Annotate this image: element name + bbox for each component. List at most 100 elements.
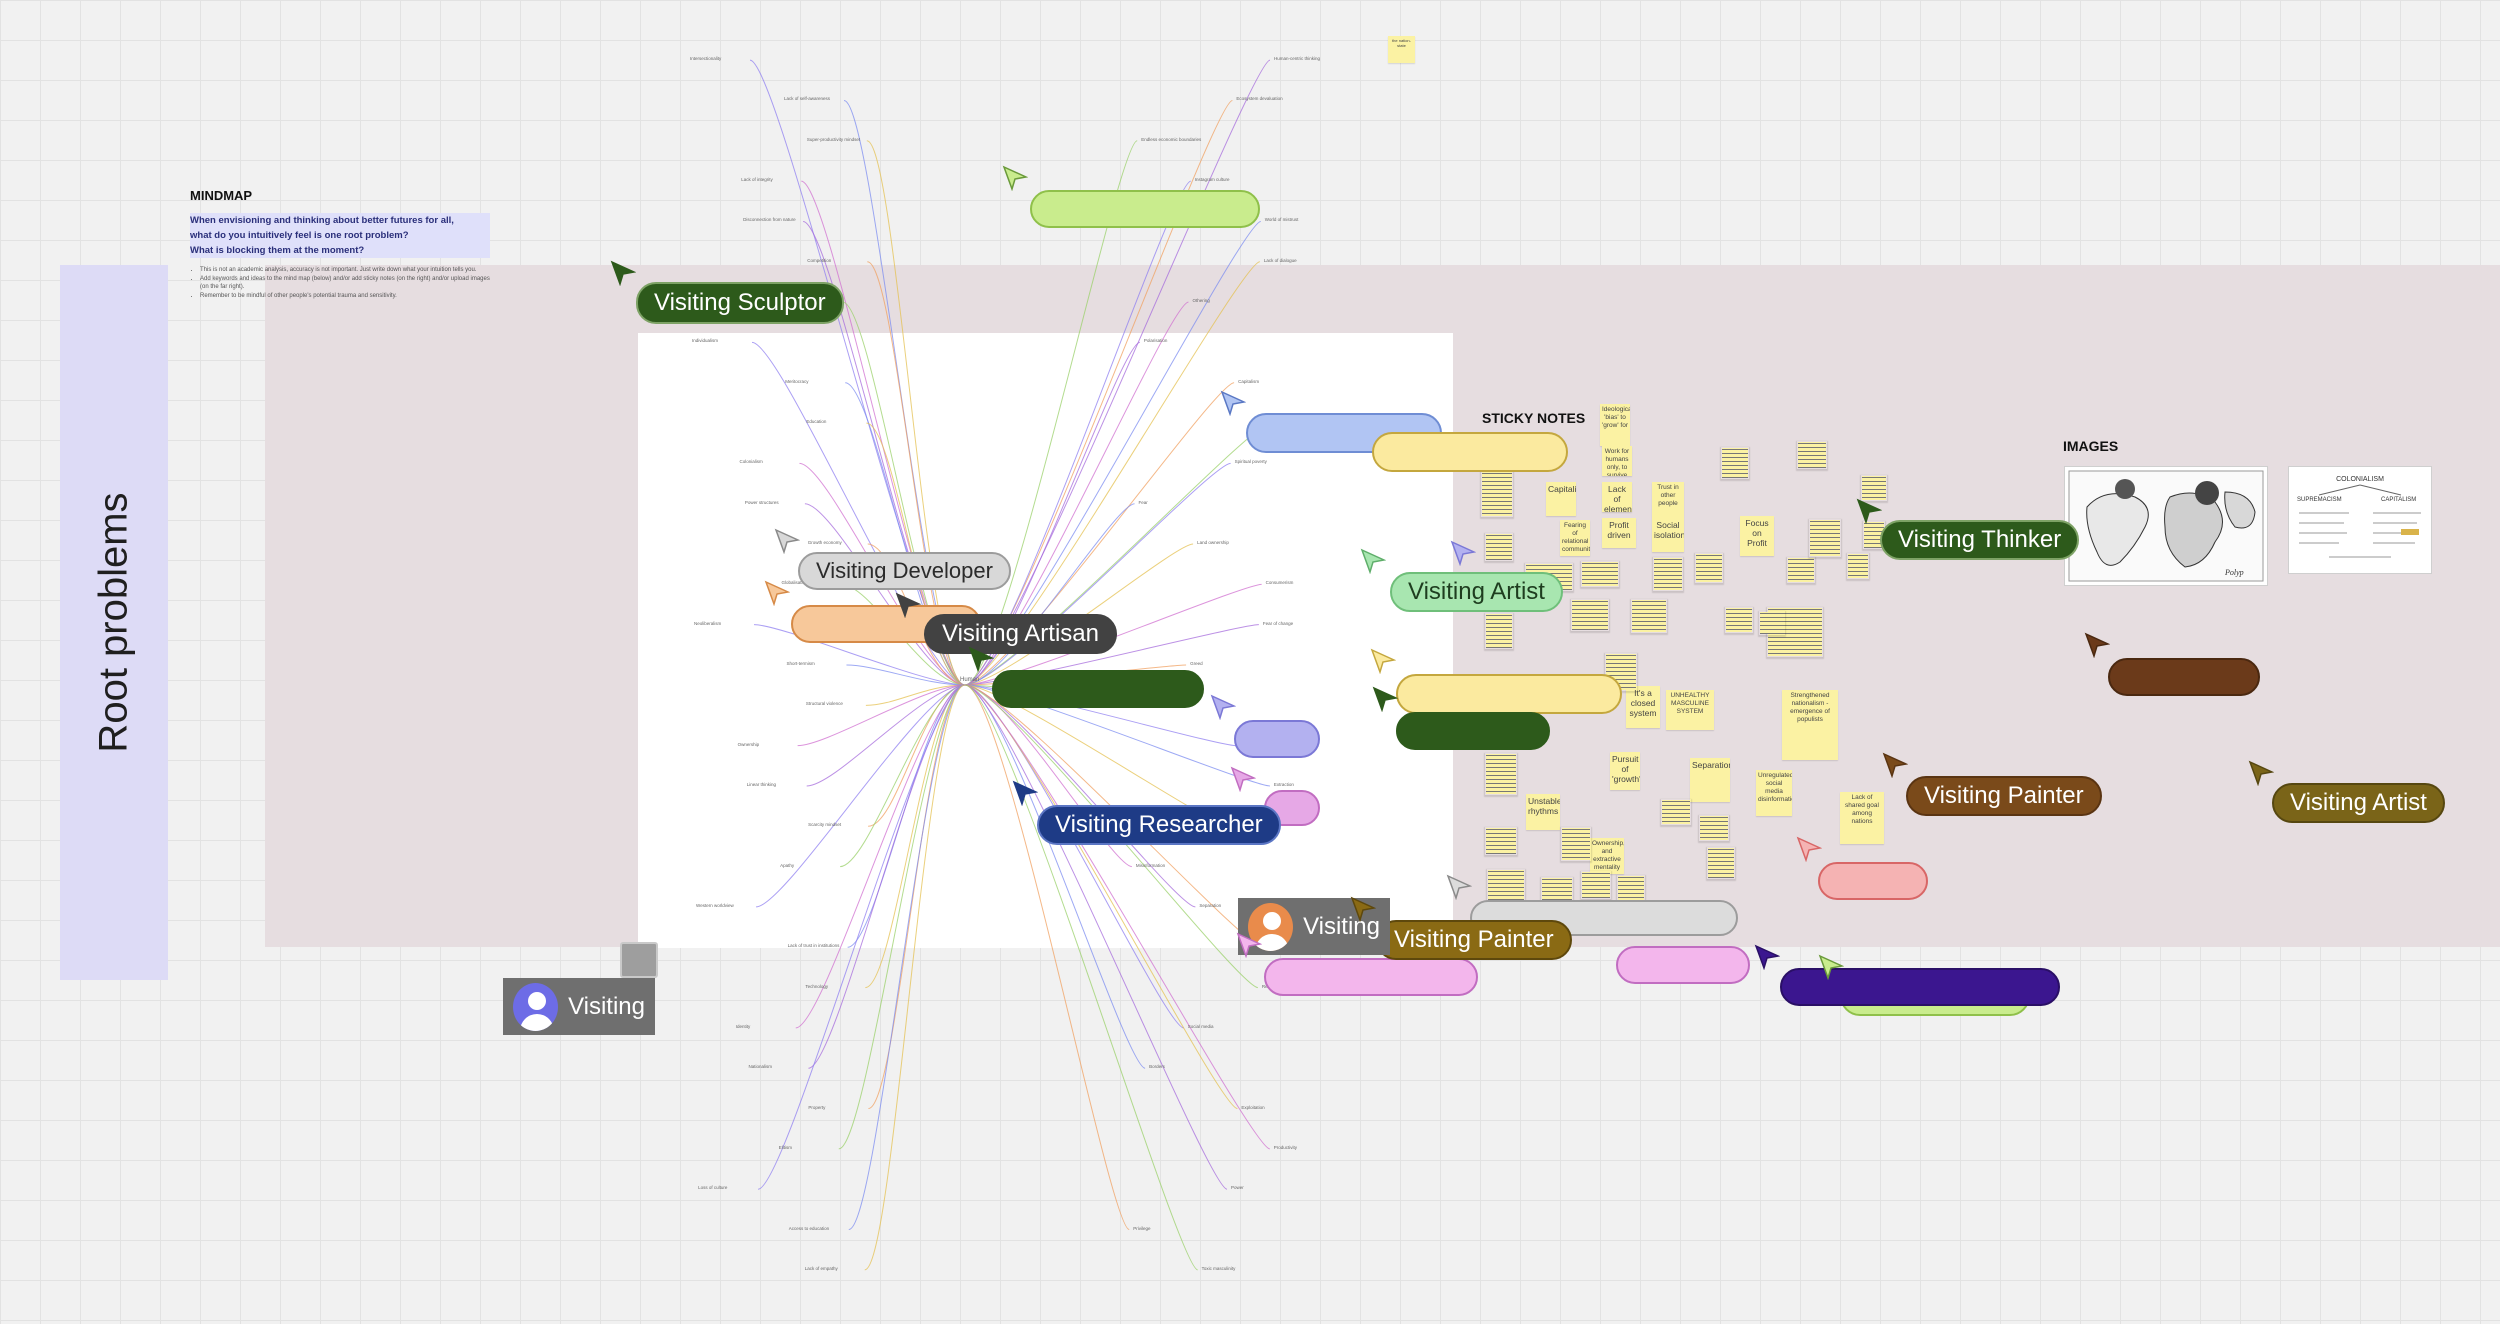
mindmap-node[interactable]: Growth economy	[808, 540, 842, 545]
sticky-note-scribble[interactable]	[1660, 798, 1692, 826]
selection-pill-darkgreen-2[interactable]	[1396, 712, 1550, 750]
sticky-note[interactable]: Fearing of relational community	[1560, 520, 1590, 556]
mindmap-node[interactable]: Social media	[1188, 1024, 1214, 1029]
sticky-note[interactable]: Pursuit of 'growth'	[1610, 752, 1640, 790]
sticky-note[interactable]: Lack of shared goal among nations	[1840, 792, 1884, 844]
mindmap-node[interactable]: Spiritual poverty	[1235, 459, 1267, 464]
mindmap-node[interactable]: Neoliberalism	[694, 621, 721, 626]
sticky-note[interactable]: Strengthened nationalism - emergence of …	[1782, 690, 1838, 760]
image-world-map[interactable]: Polyp	[2064, 466, 2268, 586]
mindmap-node[interactable]: Lack of trust in institutions	[788, 943, 840, 948]
selection-pill-yellow-1[interactable]	[1372, 432, 1568, 472]
sticky-note[interactable]: Focus on Profit	[1740, 516, 1774, 556]
mindmap-node[interactable]: Power structures	[745, 500, 779, 505]
sticky-note-scribble[interactable]	[1796, 440, 1828, 470]
sticky-note-scribble[interactable]	[1758, 610, 1786, 636]
mindmap-node[interactable]: Borders	[1149, 1064, 1165, 1069]
sticky-note-scribble[interactable]	[1786, 556, 1816, 584]
sticky-note-scribble[interactable]	[1570, 598, 1610, 632]
mindmap-node[interactable]: Misinformation	[1136, 863, 1165, 868]
mindmap-node[interactable]: Capitalism	[1238, 379, 1259, 384]
sticky-note[interactable]: Ownership, and extractive mentality	[1590, 838, 1624, 874]
sticky-note[interactable]: Profit driven	[1602, 518, 1636, 548]
mindmap-node[interactable]: Disconnection from nature	[743, 217, 796, 222]
sticky-note-scribble[interactable]	[1724, 606, 1754, 634]
mindmap-node[interactable]: Access to education	[789, 1226, 829, 1231]
selection-pill-lavender[interactable]	[1234, 720, 1320, 758]
image-colonialism-diagram[interactable]: COLONIALISM SUPREMACISM CAPITALISM	[2288, 466, 2432, 574]
sticky-note-scribble[interactable]	[1694, 552, 1724, 584]
mindmap-node[interactable]: Nationalism	[748, 1064, 772, 1069]
selection-pill-brown[interactable]	[2108, 658, 2260, 696]
sticky-note-scribble[interactable]	[1808, 518, 1842, 558]
mindmap-node[interactable]: Individualism	[692, 338, 718, 343]
sticky-note[interactable]: It's a closed system	[1626, 686, 1660, 728]
sticky-note[interactable]: Social isolation	[1652, 518, 1684, 552]
mindmap-node[interactable]: Education	[806, 419, 826, 424]
mindmap-node[interactable]: Short-termism	[786, 661, 814, 666]
sticky-note-scribble[interactable]	[1706, 846, 1736, 880]
sticky-note-scribble[interactable]	[1580, 870, 1612, 900]
mindmap-node[interactable]: Human-centric thinking	[1274, 56, 1320, 61]
mindmap-node[interactable]: Polarisation	[1144, 338, 1168, 343]
sticky-note-scribble[interactable]	[1484, 612, 1514, 650]
sticky-note-scribble[interactable]	[1630, 598, 1668, 634]
mindmap-node[interactable]: Extraction	[1274, 782, 1294, 787]
mindmap-node[interactable]: Greed	[1190, 661, 1203, 666]
selection-pill-red[interactable]	[1818, 862, 1928, 900]
mindmap-node[interactable]: Super-productivity mindset	[807, 137, 860, 142]
mindmap-node[interactable]: Consumerism	[1266, 580, 1294, 585]
selection-pill-pink-1[interactable]	[1264, 958, 1478, 996]
mindmap-node[interactable]: Identity	[736, 1024, 751, 1029]
sticky-note[interactable]: Unregulated social media disinformation	[1756, 770, 1792, 816]
mindmap-node[interactable]: Endless economic boundaries	[1141, 137, 1201, 142]
sticky-note-scribble[interactable]	[1480, 470, 1514, 518]
mindmap-node[interactable]: Separation	[1199, 903, 1221, 908]
sticky-note-scribble[interactable]	[1484, 826, 1518, 856]
mindmap-center-node[interactable]: Human	[960, 677, 979, 683]
sticky-note[interactable]: Work for humans only, to survive things	[1602, 446, 1632, 476]
selection-pill-darkgreen-1[interactable]	[992, 670, 1204, 708]
mindmap-node[interactable]: Meritocracy	[785, 379, 808, 384]
sticky-note[interactable]: Trust in other people	[1652, 482, 1684, 518]
mindmap-node[interactable]: Intersectionality	[690, 56, 721, 61]
mindmap-node[interactable]: Linear thinking	[747, 782, 776, 787]
selection-pill-pink-2[interactable]	[1616, 946, 1750, 984]
mindmap-node[interactable]: Property	[808, 1105, 825, 1110]
mindmap-node[interactable]: Western worldview	[696, 903, 734, 908]
sticky-note-scribble[interactable]	[1484, 752, 1518, 796]
mindmap-node[interactable]: Land ownership	[1197, 540, 1229, 545]
mindmap-node[interactable]: Othering	[1192, 298, 1209, 303]
sticky-note-scribble[interactable]	[1484, 532, 1514, 562]
sticky-note[interactable]: Lack of elements	[1602, 482, 1632, 512]
sticky-note[interactable]: UNHEALTHY MASCULINE SYSTEM	[1666, 690, 1714, 730]
sticky-note-scribble[interactable]	[1580, 560, 1620, 588]
sticky-note-scribble[interactable]	[1560, 826, 1592, 862]
mindmap-node[interactable]: Productivity	[1274, 1145, 1297, 1150]
mindmap-node[interactable]: Lack of self-awareness	[784, 96, 830, 101]
mindmap-node[interactable]: Loss of culture	[698, 1185, 727, 1190]
mindmap-node[interactable]: Lack of dialogue	[1264, 258, 1297, 263]
mindmap-node[interactable]: Apathy	[780, 863, 794, 868]
selection-pill-yellow-2[interactable]	[1396, 674, 1622, 714]
mindmap-node[interactable]: Instagram culture	[1195, 177, 1230, 182]
mindmap-node[interactable]: Elitism	[779, 1145, 792, 1150]
selection-pill-green[interactable]	[1030, 190, 1260, 228]
sticky-note[interactable]: Capitalism	[1546, 482, 1576, 516]
mindmap-node[interactable]: Ownership	[738, 742, 760, 747]
sticky-note-scribble[interactable]	[1652, 556, 1684, 592]
mindmap-node[interactable]: Colonialism	[739, 459, 762, 464]
mindmap-node[interactable]: Technology	[805, 984, 828, 989]
sticky-note[interactable]: Unstable rhythms	[1526, 794, 1560, 830]
mindmap-node[interactable]: Power	[1231, 1185, 1244, 1190]
mindmap-node[interactable]: Fear of change	[1263, 621, 1293, 626]
sticky-note-scribble[interactable]	[1846, 552, 1870, 580]
mindmap-node[interactable]: Structural violence	[806, 701, 843, 706]
sticky-note[interactable]: Ideological 'bias' to 'grow' for	[1600, 404, 1630, 446]
mindmap-node[interactable]: Privilege	[1133, 1226, 1150, 1231]
mindmap-node[interactable]: Fear	[1139, 500, 1148, 505]
sticky-note-scribble[interactable]	[1698, 814, 1730, 842]
mindmap-node[interactable]: Lack of integrity	[741, 177, 773, 182]
mindmap-node[interactable]: Ecosystem devaluation	[1236, 96, 1282, 101]
mindmap-node[interactable]: World of mistrust	[1265, 217, 1299, 222]
